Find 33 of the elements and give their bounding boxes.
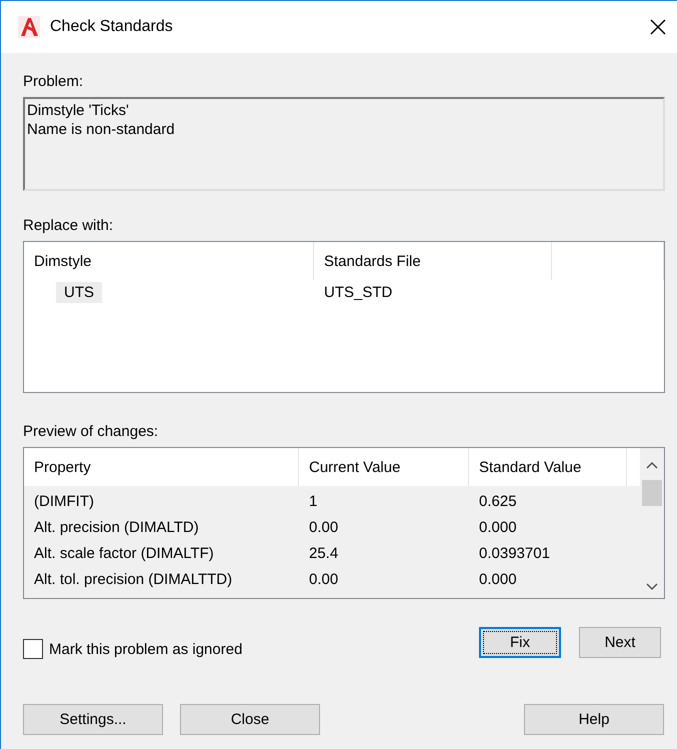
table-cell-text: 25.4 (308, 544, 338, 562)
close-icon[interactable] (649, 18, 667, 36)
problem-text: Dimstyle 'Ticks' (27, 101, 129, 120)
scroll-thumb[interactable] (642, 480, 662, 506)
scrollbar[interactable] (640, 448, 664, 598)
app-logo-icon (18, 16, 40, 38)
table-cell-text: 0.0393701 (478, 544, 550, 562)
list-item[interactable]: UTS (56, 282, 102, 303)
table-cell-text: Alt. tol. precision (DIMALTTD) (33, 570, 232, 588)
checkbox[interactable] (23, 639, 43, 659)
table-cell-text: 0.00 (308, 518, 338, 536)
column-header[interactable]: Standards File (314, 242, 552, 280)
problem-label: Problem: (23, 73, 84, 90)
footer-button[interactable]: Help (524, 704, 664, 735)
preview-label: Preview of changes: (23, 423, 158, 440)
action-button[interactable]: Next (579, 627, 661, 658)
table-cell-text: 0.000 (478, 570, 517, 588)
action-button[interactable]: Fix (479, 627, 561, 658)
window-title: Check Standards (50, 18, 174, 36)
replace-label: Replace with: (23, 217, 114, 234)
table-cell-text: 0.625 (478, 492, 517, 510)
column-header[interactable]: Dimstyle (24, 242, 314, 280)
table-cell-text: 0.000 (478, 518, 517, 536)
checkbox-label[interactable]: Mark this problem as ignored (49, 640, 242, 658)
table-cell-text: (DIMFIT) (33, 492, 94, 510)
problem-text: Name is non-standard (27, 120, 175, 139)
table-cell-text: Alt. precision (DIMALTD) (33, 518, 199, 536)
table-cell-text: 1 (308, 492, 318, 510)
table-cell-text: UTS_STD (323, 284, 392, 301)
footer-button[interactable]: Settings... (23, 704, 163, 735)
footer-button[interactable]: Close (180, 704, 320, 735)
table-cell-text: Alt. scale factor (DIMALTF) (33, 544, 214, 562)
table-cell-text: 0.00 (308, 570, 338, 588)
